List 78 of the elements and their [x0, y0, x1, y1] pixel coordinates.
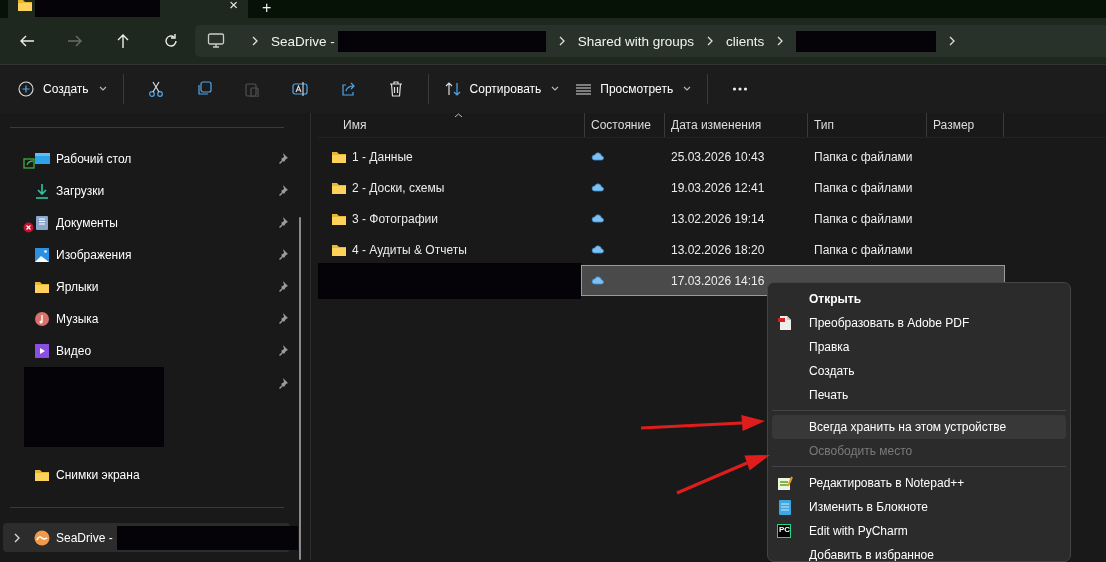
column-header[interactable]: Дата изменения [665, 113, 808, 137]
menu-item[interactable]: PC Edit with PyCharm [772, 519, 1066, 543]
sidebar-item[interactable]: Загрузки [56, 184, 105, 198]
chevron-icon [776, 35, 785, 47]
clipboard-icon [243, 81, 260, 97]
menu-item[interactable]: Правка [772, 335, 1066, 359]
breadcrumb[interactable]: SeaDrive - [271, 33, 335, 49]
table-cell: 17.03.2026 14:16 [671, 273, 765, 288]
notepad-icon [777, 499, 793, 515]
up-arrow-icon[interactable] [115, 33, 131, 49]
folder-icon [34, 279, 51, 295]
sidebar-item[interactable]: Рабочий стол [56, 152, 132, 166]
menu-item[interactable]: Печать [772, 383, 1066, 407]
table-cell: 13.02.2026 19:14 [671, 211, 765, 226]
file-name[interactable]: 2 - Доски, схемы [352, 180, 445, 195]
new-tab-button[interactable]: + [262, 0, 272, 16]
notepad-pencil-icon [777, 475, 793, 491]
plus-circle-icon [18, 81, 35, 97]
column-header[interactable]: Тип [808, 113, 927, 137]
sidebar-item[interactable]: Документы [56, 216, 118, 230]
table-cell: Папка с файлами [814, 180, 913, 195]
column-header[interactable]: Имя [318, 113, 585, 137]
breadcrumb[interactable]: Shared with groups [577, 33, 695, 49]
table-cell: 19.03.2026 12:41 [671, 180, 765, 195]
table-cell: Папка с файлами [814, 149, 913, 164]
menu-item[interactable]: Редактировать в Notepad++ [772, 471, 1066, 495]
menu-item[interactable]: Преобразовать в Adobe PDF [772, 311, 1066, 335]
chevron-icon [251, 35, 259, 47]
column-header[interactable]: Размер [927, 113, 1004, 137]
scrollbar[interactable] [299, 217, 301, 560]
music-note-icon [34, 311, 51, 327]
close-button[interactable]: × [229, 0, 238, 11]
table-cell: 13.02.2026 18:20 [671, 242, 765, 257]
browser-tab[interactable]: × [8, 0, 248, 18]
menu-item[interactable]: Создать [772, 359, 1066, 383]
breadcrumb[interactable]: clients [726, 33, 765, 49]
sidebar-item[interactable]: Музыка [56, 312, 99, 326]
picture-icon [34, 247, 51, 263]
document-icon [34, 215, 51, 231]
table-cell: Папка с файлами [814, 211, 913, 226]
folder-icon [17, 0, 33, 13]
scissors-icon [147, 81, 164, 97]
chevron-icon [706, 35, 715, 47]
sidebar-item[interactable]: Видео [56, 344, 92, 358]
table-cell: 25.03.2026 10:43 [671, 149, 765, 164]
rename-icon [291, 81, 308, 97]
sidebar-item[interactable]: Ярлыки [56, 280, 99, 294]
chevron-icon [557, 35, 566, 47]
sort-icon [444, 81, 462, 97]
trash-icon [387, 81, 404, 97]
pdf-document-icon [777, 315, 793, 331]
folder-icon [34, 467, 51, 483]
sidebar-item[interactable]: Изображения [56, 248, 132, 262]
drive-icon [34, 529, 51, 546]
monitor-icon [207, 33, 225, 49]
list-icon [575, 81, 593, 97]
share-icon [339, 81, 356, 97]
pycharm-icon: PC [777, 524, 791, 538]
create-button[interactable]: Создать [10, 73, 115, 105]
refresh-icon[interactable] [163, 33, 179, 49]
desktop-icon [34, 151, 51, 167]
sort-button[interactable]: Сортировать [436, 73, 568, 105]
menu-item[interactable]: Изменить в Блокноте [772, 495, 1066, 519]
sidebar-item[interactable]: Снимки экрана [56, 468, 140, 482]
back-arrow-icon[interactable] [19, 33, 35, 49]
view-button[interactable]: Просмотреть [567, 73, 700, 105]
table-cell: Папка с файлами [814, 242, 913, 257]
chevron-icon [948, 35, 957, 47]
download-icon [34, 183, 51, 199]
menu-item[interactable]: Всегда хранить на этом устройстве [772, 415, 1066, 439]
file-name[interactable]: 1 - Данные [352, 149, 413, 164]
file-name[interactable]: 4 - Аудиты & Отчеты [352, 242, 467, 257]
copy-icon [195, 81, 212, 97]
file-name[interactable]: 3 - Фотографии [352, 211, 438, 226]
menu-item[interactable]: Добавить в избранное [772, 543, 1066, 561]
video-icon [34, 343, 51, 359]
address-bar[interactable]: SeaDrive - Shared with groups clients [195, 25, 1106, 57]
column-header[interactable]: Состояние [585, 113, 665, 137]
